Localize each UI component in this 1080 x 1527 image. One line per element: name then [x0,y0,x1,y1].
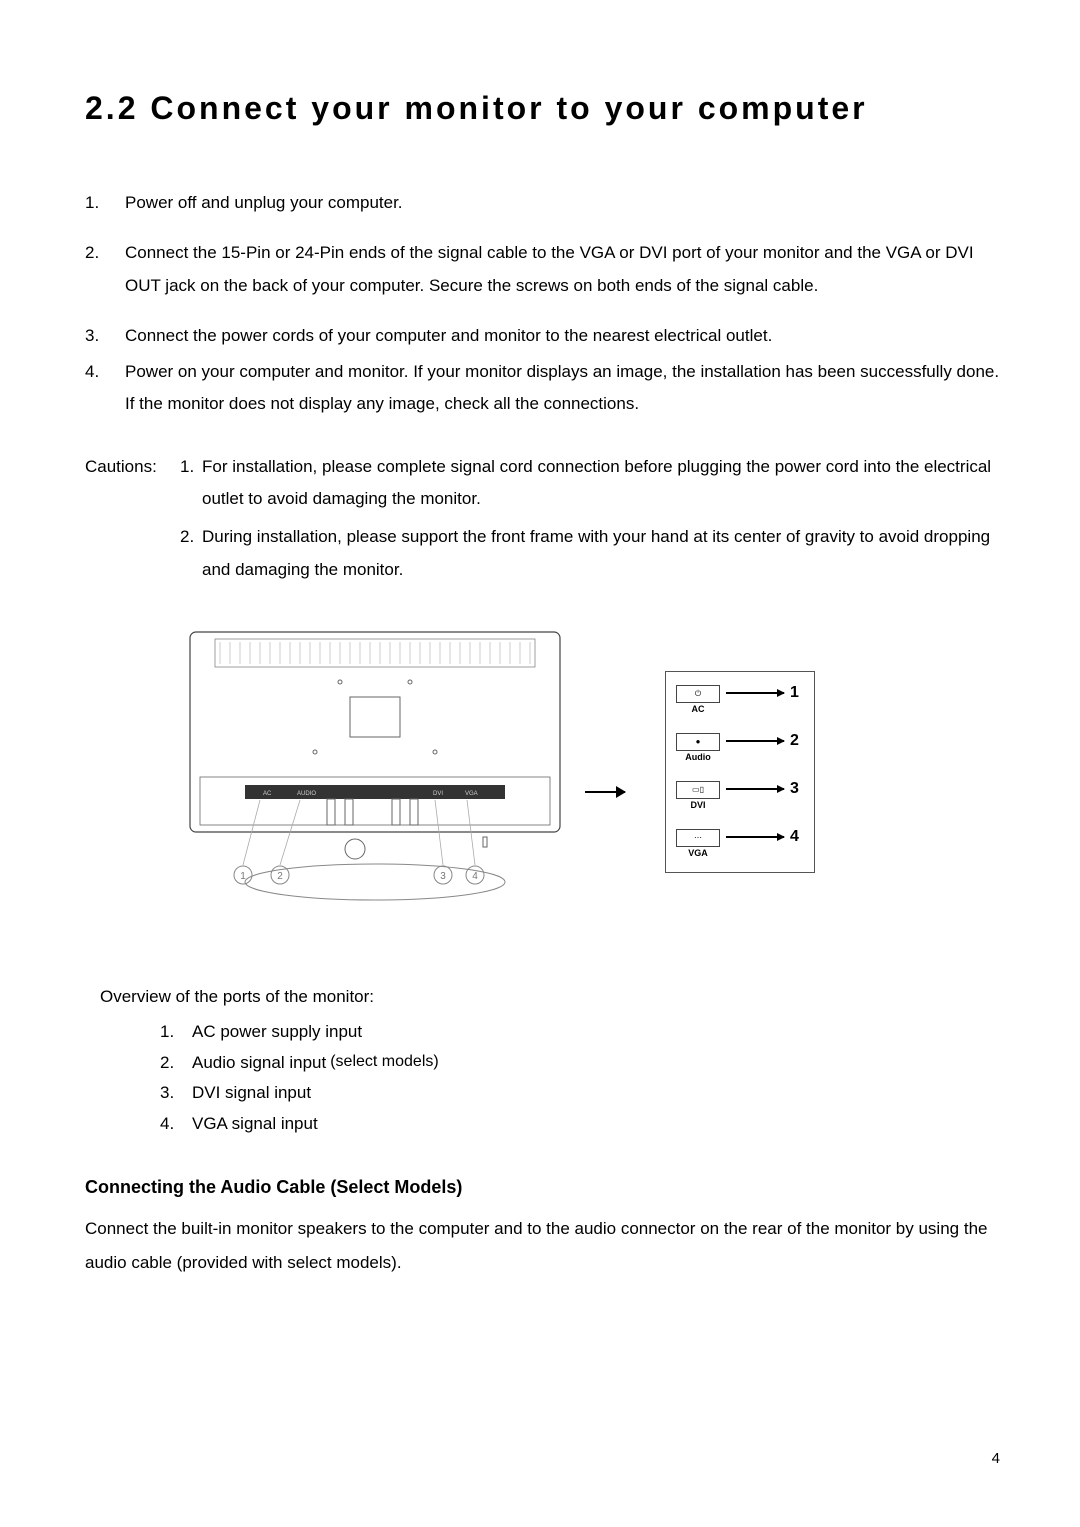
overview-item: 1. AC power supply input [160,1017,1000,1048]
svg-text:AUDIO: AUDIO [297,791,316,797]
caution-text: During installation, please support the … [202,521,1000,586]
arrow-icon [726,692,784,694]
overview-item: 4. VGA signal input [160,1109,1000,1140]
step-item: 2. Connect the 15-Pin or 24-Pin ends of … [85,237,1000,302]
svg-text:4: 4 [472,871,478,882]
caution-number: 1. [180,451,202,516]
step-text: Connect the 15-Pin or 24-Pin ends of the… [125,237,1000,302]
cautions-label: Cautions: [85,451,180,592]
section-heading: 2.2 Connect your monitor to your compute… [85,90,1000,127]
overview-title: Overview of the ports of the monitor: [100,987,1000,1007]
svg-text:DVI: DVI [433,791,443,797]
vga-port-icon: ⋯ VGA [676,829,720,859]
overview-text: DVI signal input [192,1078,311,1109]
steps-list: 1. Power off and unplug your computer. 2… [85,187,1000,421]
sub-heading-paren: (Select Models) [330,1177,462,1197]
overview-text: VGA signal input [192,1109,318,1140]
overview-number: 4. [160,1109,192,1140]
diagram-area: AC AUDIO DVI VGA 1 2 3 4 [85,627,1000,917]
caution-number: 2. [180,521,202,586]
arrow-icon [726,740,784,742]
document-page: 2.2 Connect your monitor to your compute… [0,0,1080,1320]
svg-text:2: 2 [277,871,283,882]
sub-heading: Connecting the Audio Cable (Select Model… [85,1177,1000,1198]
ac-port-icon: ⏻ AC [676,685,720,715]
overview-number: 2. [160,1048,192,1079]
step-item: 1. Power off and unplug your computer. [85,187,1000,219]
legend-number: 4 [790,828,804,846]
audio-port-icon: ● Audio [676,733,720,763]
dvi-port-icon: ▭▯ DVI [676,781,720,811]
step-item: 3. Connect the power cords of your compu… [85,320,1000,352]
legend-number: 1 [790,684,804,702]
pointer-arrow-icon [585,791,625,793]
legend-number: 3 [790,780,804,798]
svg-text:3: 3 [440,871,446,882]
monitor-back-diagram: AC AUDIO DVI VGA 1 2 3 4 [185,627,565,917]
step-number: 3. [85,320,125,352]
arrow-icon [726,836,784,838]
step-text: Power off and unplug your computer. [125,187,1000,219]
cautions-list: 1. For installation, please complete sig… [180,451,1000,592]
page-number: 4 [992,1450,1000,1467]
body-paragraph: Connect the built-in monitor speakers to… [85,1212,1000,1280]
overview-item: 2. Audio signal input (select models) [160,1048,1000,1079]
svg-text:AC: AC [263,791,272,797]
cautions-block: Cautions: 1. For installation, please co… [85,451,1000,592]
svg-text:1: 1 [240,871,246,882]
legend-number: 2 [790,732,804,750]
overview-list: 1. AC power supply input 2. Audio signal… [160,1017,1000,1139]
step-item: 4. Power on your computer and monitor. I… [85,356,1000,421]
legend-row-ac: ⏻ AC 1 [676,684,804,716]
caution-item: 2. During installation, please support t… [180,521,1000,586]
step-number: 2. [85,237,125,302]
ports-legend: ⏻ AC 1 ● Audio 2 ▭▯ DVI 3 [665,671,815,873]
overview-text: AC power supply input [192,1017,362,1048]
overview-text: Audio signal input [192,1048,326,1079]
overview-number: 1. [160,1017,192,1048]
arrow-icon [726,788,784,790]
step-text: Connect the power cords of your computer… [125,320,1000,352]
step-text: Power on your computer and monitor. If y… [125,356,1000,421]
svg-text:VGA: VGA [465,791,478,797]
sub-heading-text: Connecting the Audio Cable [85,1177,325,1197]
caution-item: 1. For installation, please complete sig… [180,451,1000,516]
overview-item: 3. DVI signal input [160,1078,1000,1109]
legend-row-vga: ⋯ VGA 4 [676,828,804,860]
caution-text: For installation, please complete signal… [202,451,1000,516]
overview-note: (select models) [330,1048,438,1079]
legend-row-dvi: ▭▯ DVI 3 [676,780,804,812]
overview-number: 3. [160,1078,192,1109]
step-number: 4. [85,356,125,421]
legend-row-audio: ● Audio 2 [676,732,804,764]
step-number: 1. [85,187,125,219]
